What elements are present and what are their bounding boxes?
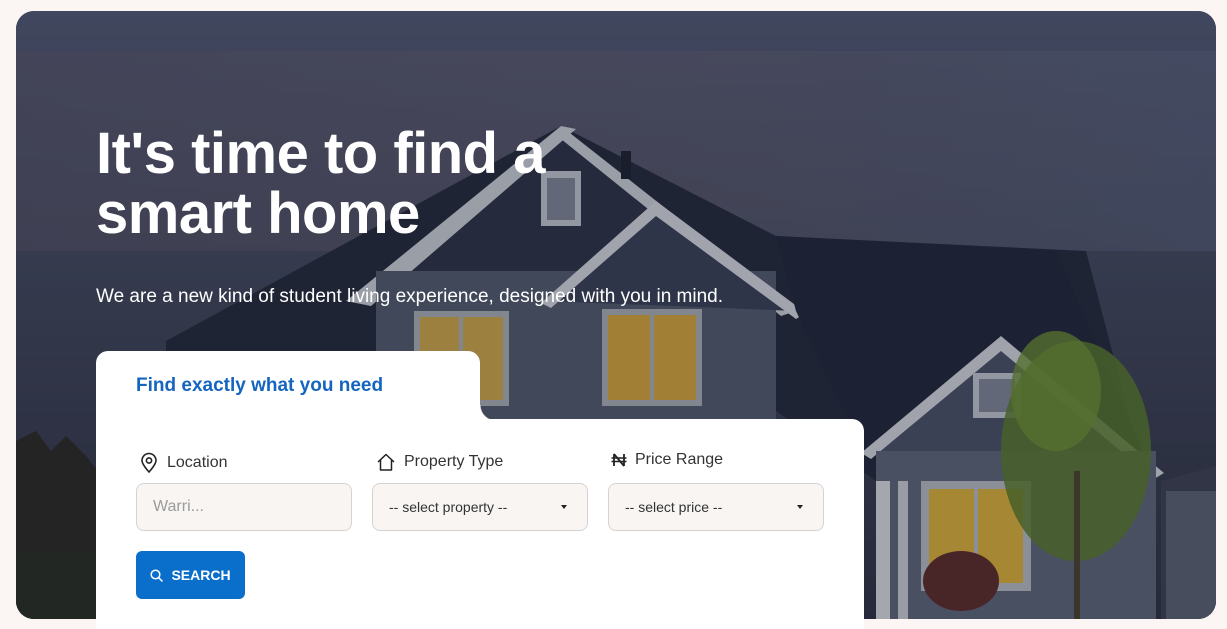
naira-icon [611,453,627,467]
search-card-title: Find exactly what you need [136,375,384,396]
hero-title-line-1: It's time to find a [96,121,545,186]
property-type-select[interactable]: -- select property -- [372,483,588,531]
hero-title: It's time to find a smart home [96,124,545,244]
property-type-label: Property Type [376,452,503,472]
search-card-notch [480,405,496,421]
location-label: Location [139,452,228,474]
price-range-label: Price Range [611,451,723,469]
house-icon [377,453,395,471]
search-icon [150,568,164,582]
property-type-label-text: Property Type [404,453,504,470]
chevron-down-icon [797,505,803,509]
search-button-label: SEARCH [171,567,231,583]
location-pin-icon [141,452,157,474]
location-input-wrapper [136,483,352,531]
location-input[interactable] [153,498,335,516]
chevron-down-icon [561,505,567,509]
search-button[interactable]: SEARCH [136,551,245,599]
hero-subtitle: We are a new kind of student living expe… [96,286,724,307]
hero-title-line-2: smart home [96,181,420,246]
price-range-select[interactable]: -- select price -- [608,483,824,531]
property-type-selected: -- select property -- [389,499,508,515]
price-range-selected: -- select price -- [625,499,723,515]
location-label-text: Location [167,454,228,471]
price-range-label-text: Price Range [635,451,724,468]
